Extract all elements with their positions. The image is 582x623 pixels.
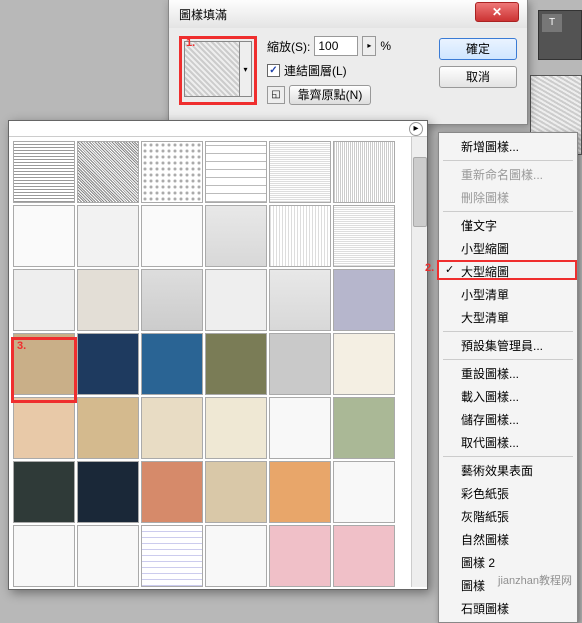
pattern-thumb[interactable] — [141, 525, 203, 587]
pattern-thumb[interactable] — [13, 269, 75, 331]
pattern-grid: 3. — [9, 137, 427, 587]
menu-rename-pattern: 重新命名圖樣... — [439, 163, 577, 186]
annotation-2-box — [437, 260, 577, 280]
menu-save-patterns[interactable]: 儲存圖樣... — [439, 408, 577, 431]
scale-input[interactable]: 100 — [314, 36, 358, 56]
pattern-thumb[interactable] — [205, 141, 267, 203]
menu-nature-patterns[interactable]: 自然圖樣 — [439, 528, 577, 551]
link-layers-checkbox[interactable]: ✓ — [267, 64, 280, 77]
menu-preset-manager[interactable]: 預設集管理員... — [439, 334, 577, 357]
flyout-menu-button[interactable]: ▸ — [409, 122, 423, 136]
current-pattern-swatch[interactable] — [184, 41, 240, 97]
pattern-thumb[interactable] — [269, 269, 331, 331]
menu-patterns-2[interactable]: 圖樣 2 — [439, 551, 577, 574]
menu-delete-pattern: 刪除圖樣 — [439, 186, 577, 209]
pattern-thumb[interactable] — [333, 461, 395, 523]
pattern-thumb[interactable] — [205, 269, 267, 331]
menu-artist-surfaces[interactable]: 藝術效果表面 — [439, 459, 577, 482]
menu-small-thumb[interactable]: 小型縮圖 — [439, 237, 577, 260]
pattern-thumb[interactable] — [333, 141, 395, 203]
pattern-thumb[interactable] — [333, 397, 395, 459]
pattern-thumb[interactable] — [205, 205, 267, 267]
pattern-thumb[interactable] — [141, 397, 203, 459]
pattern-thumb[interactable] — [205, 333, 267, 395]
menu-small-list[interactable]: 小型清單 — [439, 283, 577, 306]
scrollbar-thumb[interactable] — [413, 157, 427, 227]
pattern-fill-dialog: 圖樣填滿 ✕ 1. ▾ 縮放(S): 100 ▸ % ✓ 連結圖層(L) ◱ 靠… — [168, 0, 528, 125]
menu-new-pattern[interactable]: 新增圖樣... — [439, 135, 577, 158]
menu-load-patterns[interactable]: 載入圖樣... — [439, 385, 577, 408]
picker-scrollbar[interactable] — [411, 137, 427, 587]
pattern-thumb[interactable] — [333, 205, 395, 267]
pattern-thumb[interactable] — [205, 525, 267, 587]
pattern-thumb[interactable] — [141, 461, 203, 523]
pattern-thumb[interactable] — [141, 333, 203, 395]
watermark: jianzhan教程网 — [498, 572, 572, 588]
menu-separator — [443, 160, 573, 161]
pattern-thumb[interactable] — [13, 461, 75, 523]
pattern-thumb[interactable] — [269, 333, 331, 395]
pattern-thumb[interactable] — [269, 525, 331, 587]
pattern-thumb[interactable] — [77, 333, 139, 395]
link-layers-label: 連結圖層(L) — [284, 62, 347, 79]
ok-button[interactable]: 確定 — [439, 38, 517, 60]
menu-separator — [443, 456, 573, 457]
dialog-title: 圖樣填滿 — [179, 6, 227, 23]
menu-grayscale-paper[interactable]: 灰階紙張 — [439, 505, 577, 528]
pattern-thumb[interactable] — [77, 141, 139, 203]
text-tool-button[interactable]: T — [542, 14, 562, 32]
pattern-thumb[interactable] — [141, 141, 203, 203]
menu-reset-patterns[interactable]: 重設圖樣... — [439, 362, 577, 385]
pattern-thumb[interactable] — [205, 461, 267, 523]
pattern-thumb[interactable] — [269, 141, 331, 203]
pattern-swatch-highlight: 1. ▾ — [179, 36, 257, 105]
annotation-3-box: 3. — [11, 337, 77, 403]
pattern-thumb[interactable] — [333, 269, 395, 331]
scale-label: 縮放(S): — [267, 38, 310, 55]
options-panel: T — [538, 10, 582, 60]
pattern-thumb[interactable] — [269, 461, 331, 523]
cancel-button[interactable]: 取消 — [439, 66, 517, 88]
scale-spinner[interactable]: ▸ — [362, 36, 376, 56]
menu-color-paper[interactable]: 彩色紙張 — [439, 482, 577, 505]
pattern-thumb[interactable] — [77, 525, 139, 587]
close-button[interactable]: ✕ — [475, 2, 519, 22]
dialog-titlebar[interactable]: 圖樣填滿 ✕ — [169, 0, 527, 28]
menu-replace-patterns[interactable]: 取代圖樣... — [439, 431, 577, 454]
flyout-menu: 新增圖樣... 重新命名圖樣... 刪除圖樣 僅文字 小型縮圖 ✓大型縮圖 小型… — [438, 132, 578, 623]
pattern-thumb[interactable] — [269, 205, 331, 267]
pattern-thumb[interactable] — [77, 397, 139, 459]
menu-rock-patterns[interactable]: 石頭圖樣 — [439, 597, 577, 620]
pattern-thumb[interactable] — [141, 269, 203, 331]
pattern-thumb[interactable] — [13, 205, 75, 267]
pattern-thumb[interactable] — [333, 525, 395, 587]
snap-icon[interactable]: ◱ — [267, 86, 285, 104]
annotation-3: 3. — [17, 340, 26, 352]
pattern-thumb[interactable] — [77, 205, 139, 267]
pattern-thumb[interactable] — [13, 525, 75, 587]
pattern-thumb[interactable] — [13, 141, 75, 203]
annotation-2: 2. — [425, 262, 434, 274]
menu-separator — [443, 331, 573, 332]
menu-separator — [443, 359, 573, 360]
pattern-thumb[interactable] — [269, 397, 331, 459]
pattern-thumb[interactable] — [77, 269, 139, 331]
menu-separator — [443, 211, 573, 212]
pattern-thumb[interactable] — [13, 397, 75, 459]
scale-unit: % — [380, 39, 391, 53]
pattern-picker-panel: ▸ — [8, 120, 428, 590]
menu-text-only[interactable]: 僅文字 — [439, 214, 577, 237]
pattern-dropdown-arrow[interactable]: ▾ — [240, 41, 252, 97]
snap-origin-button[interactable]: 靠齊原點(N) — [289, 85, 371, 105]
pattern-thumb[interactable] — [205, 397, 267, 459]
menu-large-list[interactable]: 大型清單 — [439, 306, 577, 329]
pattern-thumb[interactable] — [141, 205, 203, 267]
annotation-1: 1. — [186, 37, 195, 49]
pattern-thumb[interactable] — [77, 461, 139, 523]
pattern-thumb[interactable] — [333, 333, 395, 395]
